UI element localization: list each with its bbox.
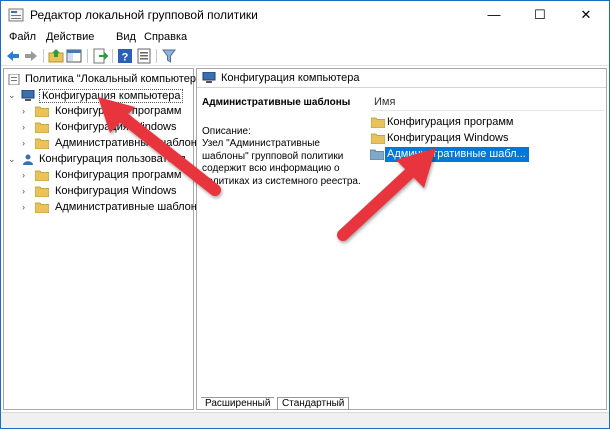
forward-arrow-icon[interactable] [23,48,39,64]
back-arrow-icon[interactable] [5,48,21,64]
menu-action[interactable]: Действие [46,31,94,43]
expand-chevron-icon[interactable]: › [22,123,31,132]
description-label: Описание: [202,126,251,137]
details-pane[interactable]: Конфигурация компьютера Административные… [196,68,607,410]
toolbar-separator [87,49,88,63]
show-hide-tree-icon[interactable] [66,48,82,64]
folder-icon [35,170,49,181]
menu-view[interactable]: Вид [116,31,136,43]
toolbar-separator [43,49,44,63]
expand-chevron-icon[interactable]: › [22,139,31,148]
menu-file[interactable]: Файл [9,31,36,43]
folder-icon [370,149,384,160]
tab-standard[interactable]: Стандартный [277,397,350,410]
user-icon [23,154,33,165]
folder-icon [35,122,49,133]
folder-icon [371,133,385,144]
policy-editor-app-icon [8,8,24,22]
tree-computer-config-label: Конфигурация компьютера [39,89,184,103]
toolbar: ? [1,47,609,66]
list-item-label: Конфигурация программ [387,116,514,128]
tree-root-label: Политика "Локальный компьютер" [25,73,200,85]
description-title: Административные шаблоны [202,97,351,108]
tree-item-label: Конфигурация программ [55,105,182,117]
list-item[interactable]: Конфигурация Windows [370,131,520,146]
tree-item-label: Конфигурация Windows [55,121,177,133]
folder-icon [371,117,385,128]
computer-icon [202,72,216,83]
collapse-chevron-icon[interactable]: ⌄ [8,155,17,164]
title-bar[interactable]: Редактор локальной групповой политики — … [1,1,609,29]
expand-chevron-icon[interactable]: › [22,187,31,196]
maximize-button[interactable]: ☐ [517,1,563,29]
console-tree-pane[interactable]: Политика "Локальный компьютер" ⌄ Конфигу… [3,68,205,410]
help-icon[interactable]: ? [117,48,133,64]
tree-item-label: Административные шаблоны [55,137,205,149]
toolbar-separator [156,49,157,63]
menu-bar: Файл Действие Вид Справка [1,29,609,47]
svg-text:?: ? [122,52,129,64]
tree-item-label: Конфигурация программ [55,169,182,181]
tree-item-label: Конфигурация Windows [55,185,177,197]
properties-icon[interactable] [136,48,152,64]
folder-icon [35,138,49,149]
group-policy-editor-window: Редактор локальной групповой политики — … [0,0,610,429]
tab-extended[interactable]: Расширенный [201,397,275,410]
window-title: Редактор локальной групповой политики [30,8,258,22]
details-header: Конфигурация компьютера [197,69,606,88]
list-item-label: Конфигурация Windows [387,132,509,144]
list-item[interactable]: Конфигурация программ [370,115,520,130]
expand-chevron-icon[interactable]: › [22,107,31,116]
close-button[interactable]: ✕ [563,1,609,29]
folder-icon [35,106,49,117]
description-text: Узел "Административные шаблоны" группово… [202,138,361,187]
collapse-chevron-icon[interactable]: ⌄ [8,91,17,100]
expand-chevron-icon[interactable]: › [22,203,31,212]
column-header-label: Имя [374,96,396,108]
folder-icon [35,186,49,197]
status-bar [1,412,609,428]
expand-chevron-icon[interactable]: › [22,171,31,180]
details-header-label: Конфигурация компьютера [221,72,360,84]
list-item-selected[interactable]: Административные шабл... [385,147,529,162]
view-tabs: Расширенный Стандартный [197,396,606,410]
toolbar-separator [112,49,113,63]
minimize-button[interactable]: — [471,1,517,29]
column-header-name[interactable]: Имя [372,95,604,111]
list-item-label: Административные шабл... [387,148,526,160]
menu-help[interactable]: Справка [144,31,187,43]
folder-icon [35,202,49,213]
policy-document-icon [8,74,20,85]
tree-item-label: Административные шаблоны [55,201,205,213]
up-folder-icon[interactable] [48,48,64,64]
tree-user-config-label: Конфигурация пользователя [39,153,186,165]
tree-computer-config[interactable]: ⌄ Конфигурация компьютера [7,88,187,104]
filter-icon[interactable] [161,48,177,64]
export-list-icon[interactable] [92,48,108,64]
computer-icon [21,90,35,101]
